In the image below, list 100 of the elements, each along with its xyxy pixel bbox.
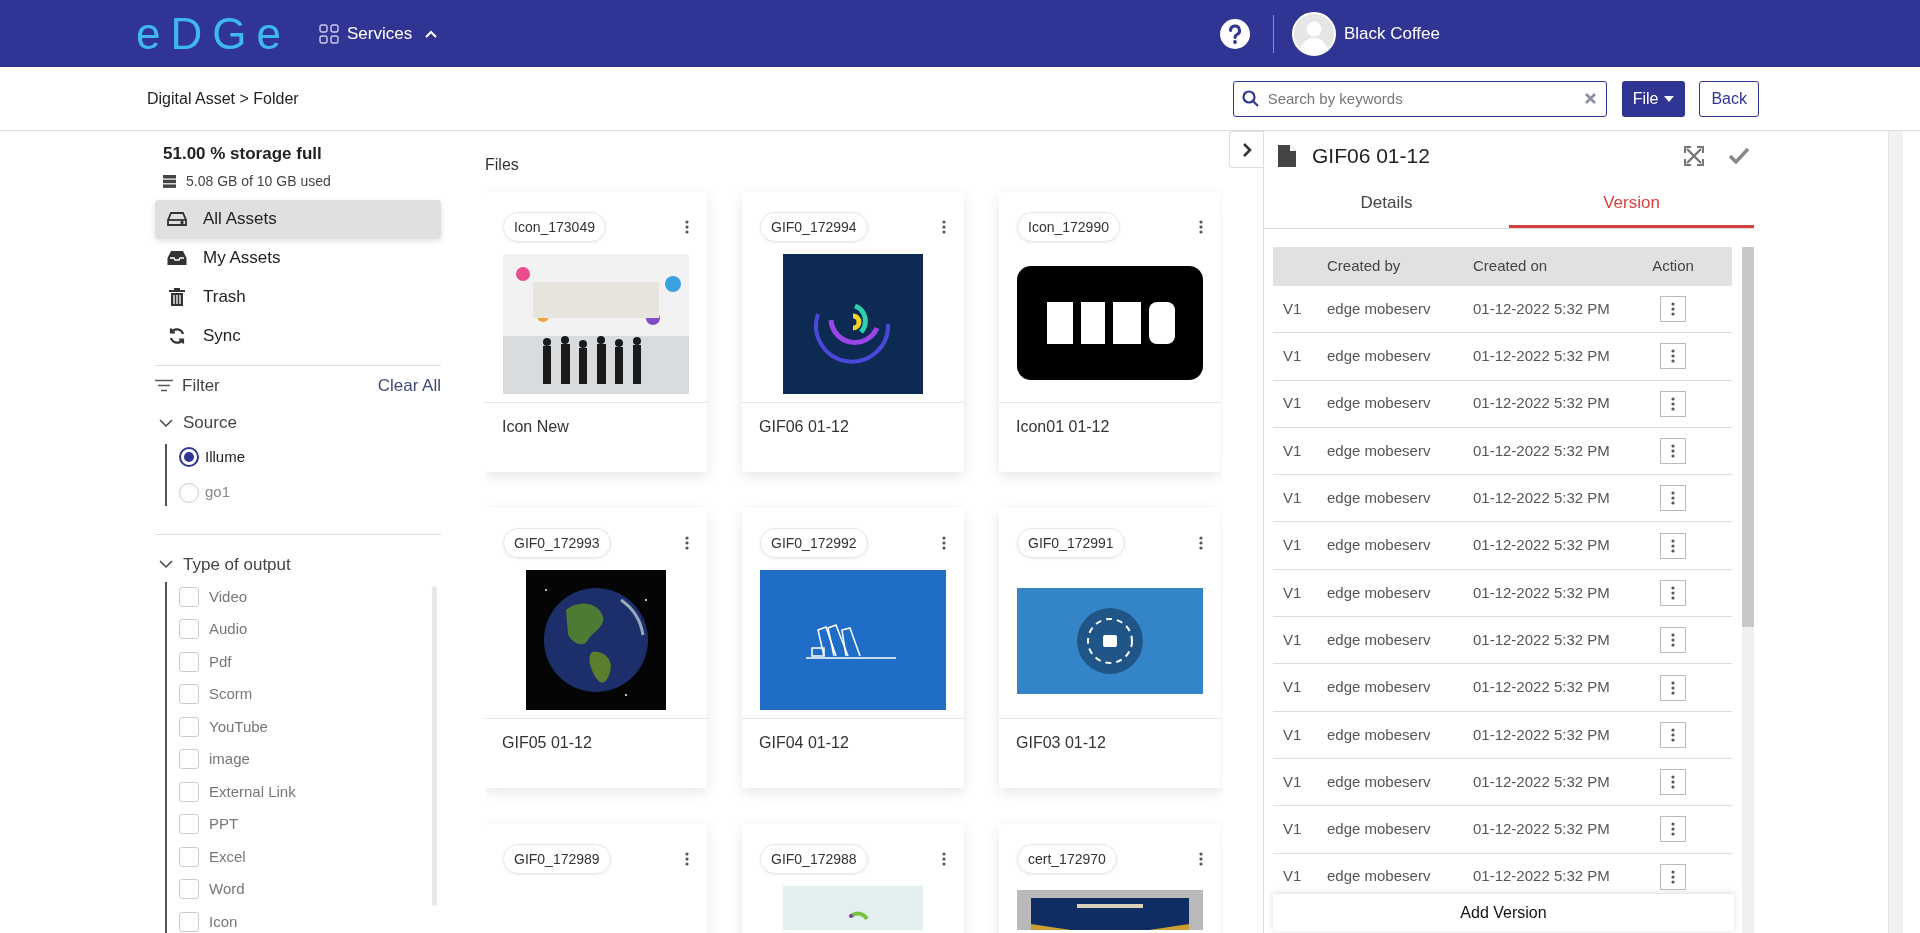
checkbox[interactable]	[179, 749, 199, 770]
checkbox[interactable]	[179, 684, 199, 705]
file-card[interactable]: GIF0_172989	[485, 824, 707, 933]
checkbox[interactable]	[179, 716, 199, 737]
checkbox[interactable]	[179, 781, 199, 802]
chevron-right-icon[interactable]	[1241, 141, 1252, 158]
chevron-down-icon[interactable]	[159, 560, 173, 570]
radio-button[interactable]	[179, 447, 199, 467]
checkbox-label: PPT	[209, 814, 239, 834]
checkbox[interactable]	[179, 651, 199, 672]
checkbox[interactable]	[179, 814, 199, 835]
file-card[interactable]: GIF0_172994 GIF06 01-12	[742, 192, 964, 472]
clear-all-link[interactable]: Clear All	[377, 372, 441, 399]
table-cell-text: V1	[1282, 535, 1303, 556]
chevron-down-icon[interactable]	[159, 418, 173, 428]
more-options-icon[interactable]	[1671, 491, 1675, 506]
more-options-icon[interactable]	[1671, 727, 1675, 742]
services-menu[interactable]: Services	[318, 20, 439, 47]
nav-item[interactable]: Sync	[155, 316, 441, 356]
table-cell-text: V1	[1282, 346, 1303, 367]
table-cell-text: edge mobeserv	[1327, 440, 1432, 461]
check-icon[interactable]	[1728, 147, 1750, 165]
more-options-icon[interactable]	[1199, 536, 1203, 550]
panel-tab[interactable]: Details	[1264, 181, 1509, 228]
file-button[interactable]: File	[1621, 80, 1686, 117]
table-cell-text: edge mobeserv	[1327, 346, 1432, 367]
more-options-icon[interactable]	[1671, 869, 1675, 884]
table-cell-text: 01-12-2022 5:32 PM	[1473, 582, 1611, 603]
help-icon[interactable]	[1218, 17, 1251, 50]
checkbox[interactable]	[179, 619, 199, 640]
file-card[interactable]: GIF0_172993 GIF05 01-12	[485, 508, 707, 788]
table-cell-text: 01-12-2022 5:32 PM	[1473, 724, 1611, 745]
more-options-icon[interactable]	[1671, 302, 1675, 317]
more-options-icon[interactable]	[1671, 822, 1675, 837]
table-cell-text: V1	[1282, 298, 1303, 319]
panel-title: GIF06 01-12	[1312, 143, 1430, 170]
file-card[interactable]: GIF0_172992 GIF04 01-12	[742, 508, 964, 788]
expand-icon[interactable]	[1684, 146, 1704, 166]
search-field[interactable]: Search by keywords	[1232, 80, 1607, 117]
checkbox-label: image	[209, 749, 250, 769]
output-type-section-header[interactable]: Type of output	[159, 552, 441, 578]
more-options-icon[interactable]	[1671, 775, 1675, 790]
clear-icon[interactable]	[1583, 91, 1597, 105]
nav-item[interactable]: My Assets	[155, 238, 441, 278]
more-options-icon[interactable]	[1199, 852, 1203, 866]
table-cell-text: edge mobeserv	[1327, 771, 1432, 792]
back-button[interactable]: Back	[1699, 80, 1759, 117]
source-section-header[interactable]: Source	[159, 410, 441, 436]
more-options-icon[interactable]	[1671, 538, 1675, 553]
file-card[interactable]: GIF0_172988	[742, 824, 964, 933]
more-options-icon[interactable]	[1671, 585, 1675, 600]
more-options-icon[interactable]	[685, 536, 689, 550]
table-cell-text: 01-12-2022 5:32 PM	[1473, 346, 1611, 367]
more-options-icon[interactable]	[942, 536, 946, 550]
more-options-icon[interactable]	[685, 852, 689, 866]
table-cell-text: 01-12-2022 5:32 PM	[1473, 488, 1611, 509]
file-card[interactable]: Icon_172990 Icon01 01-12	[999, 192, 1221, 472]
panel-tab[interactable]: Version	[1509, 181, 1754, 228]
more-options-icon[interactable]	[1671, 444, 1675, 459]
radio-label: Illume	[205, 446, 245, 467]
table-cell-text: edge mobeserv	[1327, 298, 1432, 319]
apps-grid-icon	[318, 23, 339, 44]
table-cell-text: V1	[1282, 629, 1303, 650]
trash-icon	[169, 288, 185, 306]
checkbox[interactable]	[179, 879, 199, 900]
nav-item[interactable]: All Assets	[155, 199, 441, 239]
file-card[interactable]: Icon_173049 Icon New	[485, 192, 707, 472]
table-cell-text: 01-12-2022 5:32 PM	[1473, 771, 1611, 792]
file-name: Icon New	[501, 417, 570, 437]
table-cell-text: V1	[1282, 724, 1303, 745]
logo[interactable]: eDGe	[136, 11, 291, 56]
table-cell-text: V1	[1282, 393, 1303, 414]
more-options-icon[interactable]	[942, 220, 946, 234]
page-scrollbar[interactable]	[1888, 131, 1903, 933]
sync-icon	[168, 327, 186, 345]
more-options-icon[interactable]	[1671, 633, 1675, 648]
checkbox[interactable]	[179, 911, 199, 932]
avatar-icon[interactable]	[1291, 11, 1336, 56]
table-cell-text: edge mobeserv	[1327, 393, 1432, 414]
scrollbar-thumb[interactable]	[1742, 247, 1754, 627]
table-cell-text: edge mobeserv	[1327, 629, 1432, 650]
checkbox-label: Excel	[209, 846, 246, 867]
more-options-icon[interactable]	[1671, 349, 1675, 364]
file-card[interactable]: cert_172970	[999, 824, 1221, 933]
more-options-icon[interactable]	[1671, 680, 1675, 695]
checkbox[interactable]	[179, 846, 199, 867]
table-cell-text: 01-12-2022 5:32 PM	[1473, 866, 1611, 887]
more-options-icon[interactable]	[685, 220, 689, 234]
checkbox-label: Word	[209, 879, 245, 899]
nav-item[interactable]: Trash	[155, 277, 441, 317]
collapse-panel-button[interactable]	[1229, 131, 1263, 168]
more-options-icon[interactable]	[1671, 396, 1675, 411]
file-card[interactable]: GIF0_172991 GIF03 01-12	[999, 508, 1221, 788]
checkbox-label: Video	[209, 586, 248, 607]
user-name[interactable]: Black Coffee	[1343, 20, 1440, 47]
more-options-icon[interactable]	[1199, 220, 1203, 234]
more-options-icon[interactable]	[942, 852, 946, 866]
add-version-button[interactable]: Add Version	[1273, 894, 1734, 931]
checkbox[interactable]	[179, 586, 199, 607]
column-header: Action	[1651, 256, 1695, 277]
